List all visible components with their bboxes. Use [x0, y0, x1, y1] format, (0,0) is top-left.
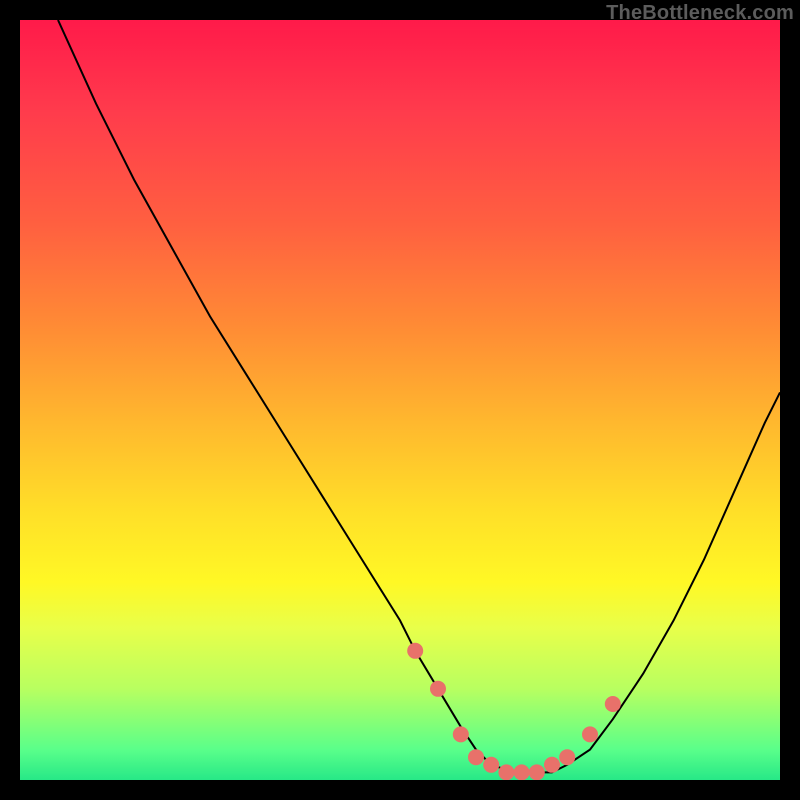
highlight-dot [582, 726, 598, 742]
highlight-dot [407, 643, 423, 659]
bottleneck-curve [58, 20, 780, 772]
chart-plot-area [20, 20, 780, 780]
chart-frame: TheBottleneck.com [0, 0, 800, 800]
highlight-dot [559, 749, 575, 765]
highlight-dots-group [407, 643, 621, 780]
highlight-dot [483, 757, 499, 773]
highlight-dot [514, 764, 530, 780]
highlight-dot [453, 726, 469, 742]
highlight-dot [498, 764, 514, 780]
highlight-dot [605, 696, 621, 712]
highlight-dot [430, 681, 446, 697]
highlight-dot [468, 749, 484, 765]
highlight-dot [544, 757, 560, 773]
chart-svg [20, 20, 780, 780]
highlight-dot [529, 764, 545, 780]
